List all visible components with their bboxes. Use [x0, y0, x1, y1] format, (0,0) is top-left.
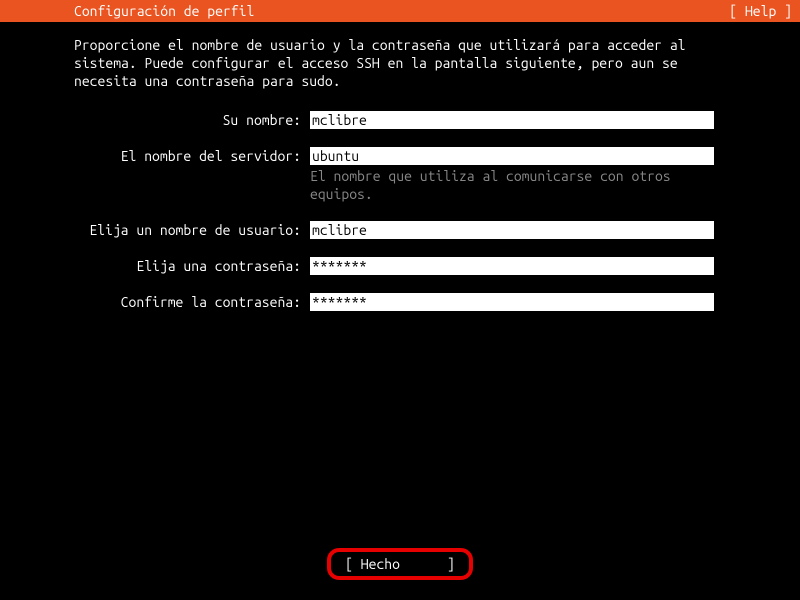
username-label: Elija un nombre de usuario:	[74, 221, 301, 238]
confirm-row: Confirme la contraseña: *******	[74, 293, 726, 311]
server-hint: El nombre que utiliza al comunicarse con…	[310, 165, 714, 203]
page-title: Configuración de perfil	[74, 3, 254, 19]
username-input[interactable]: mclibre	[310, 221, 714, 239]
name-row: Su nombre: mclibre	[74, 111, 726, 129]
help-button[interactable]: [ Help ]	[729, 3, 792, 19]
server-row: El nombre del servidor: ubuntu El nombre…	[74, 147, 726, 203]
name-input[interactable]: mclibre	[310, 111, 714, 129]
password-input[interactable]: *******	[310, 257, 714, 275]
confirm-label: Confirme la contraseña:	[74, 293, 301, 310]
server-label: El nombre del servidor:	[74, 147, 301, 164]
done-button-highlight: [ Hecho ]	[327, 548, 473, 580]
done-button[interactable]: [ Hecho ]	[345, 556, 455, 572]
username-row: Elija un nombre de usuario: mclibre	[74, 221, 726, 239]
header-bar: Configuración de perfil [ Help ]	[0, 0, 800, 22]
main-content: Proporcione el nombre de usuario y la co…	[0, 22, 800, 311]
password-row: Elija una contraseña: *******	[74, 257, 726, 275]
description-text: Proporcione el nombre de usuario y la co…	[74, 36, 726, 91]
confirm-input[interactable]: *******	[310, 293, 714, 311]
name-label: Su nombre:	[74, 111, 301, 128]
server-input[interactable]: ubuntu	[310, 147, 714, 165]
password-label: Elija una contraseña:	[74, 257, 301, 274]
footer: [ Hecho ]	[0, 548, 800, 580]
